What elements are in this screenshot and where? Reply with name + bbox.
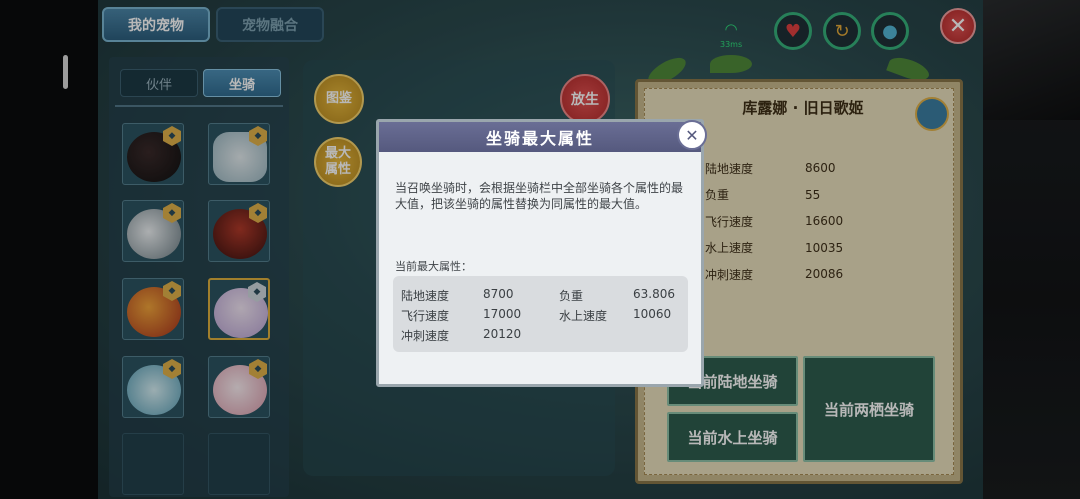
stat-value: 10060 — [633, 307, 672, 321]
max-attributes-dialog: 坐骑最大属性 ✕ 当召唤坐骑时，会根据坐骑栏中全部坐骑各个属性的最大值，把该坐骑… — [376, 119, 707, 387]
stat-label: 飞行速度 — [401, 309, 450, 323]
stat-label: 陆地速度 — [401, 289, 450, 303]
close-icon[interactable]: ✕ — [677, 120, 707, 150]
max-stats-subtitle: 当前最大属性： — [395, 260, 472, 273]
dialog-title: 坐骑最大属性 — [379, 122, 701, 152]
stat-label: 水上速度 — [559, 309, 608, 323]
stat-value: 8700 — [483, 287, 514, 301]
max-stats-box: 陆地速度 8700 负重 63.806 飞行速度 17000 水上速度 1006… — [393, 276, 688, 352]
stat-label: 冲刺速度 — [401, 329, 450, 343]
stat-value: 63.806 — [633, 287, 675, 301]
dialog-description: 当召唤坐骑时，会根据坐骑栏中全部坐骑各个属性的最大值，把该坐骑的属性替换为同属性… — [395, 181, 684, 211]
stat-label: 负重 — [559, 289, 584, 303]
stat-value: 20120 — [483, 327, 522, 341]
stat-value: 17000 — [483, 307, 522, 321]
